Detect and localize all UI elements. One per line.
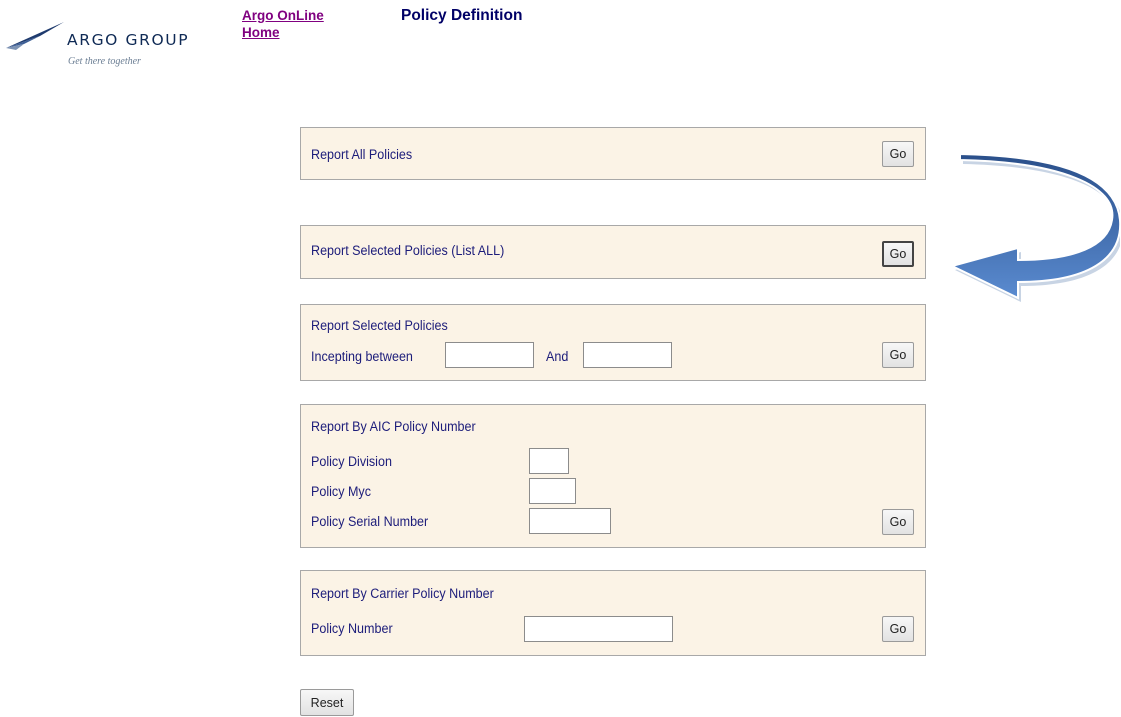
incepting-from-input[interactable] <box>445 342 534 368</box>
report-carrier-policy-panel: Report By Carrier Policy Number Policy N… <box>300 570 926 656</box>
incepting-to-input[interactable] <box>583 342 672 368</box>
report-selected-incepting-go-button[interactable]: Go <box>882 342 914 368</box>
report-selected-list-all-go-button[interactable]: Go <box>882 241 914 267</box>
logo-wordmark: ARGO GROUP <box>67 31 190 49</box>
argo-group-logo: ARGO GROUP Get there together <box>6 18 231 70</box>
report-all-policies-label: Report All Policies <box>311 147 413 162</box>
report-all-policies-panel: Report All Policies Go <box>300 127 926 180</box>
report-selected-list-all-label: Report Selected Policies (List ALL) <box>311 243 505 258</box>
home-link[interactable]: Home <box>242 25 280 40</box>
curved-arrow-icon <box>949 152 1120 302</box>
report-all-policies-go-button[interactable]: Go <box>882 141 914 167</box>
carrier-policy-title: Report By Carrier Policy Number <box>311 586 494 601</box>
policy-number-input[interactable] <box>524 616 673 642</box>
policy-division-label: Policy Division <box>311 454 392 469</box>
policy-number-label: Policy Number <box>311 621 393 636</box>
logo-tagline: Get there together <box>68 56 141 67</box>
incepting-between-label: Incepting between <box>311 349 413 364</box>
policy-myc-input[interactable] <box>529 478 576 504</box>
argo-plane-icon <box>6 22 64 50</box>
report-selected-list-all-panel: Report Selected Policies (List ALL) Go <box>300 225 926 279</box>
report-selected-incepting-panel: Report Selected Policies Incepting betwe… <box>300 304 926 381</box>
report-aic-policy-go-button[interactable]: Go <box>882 509 914 535</box>
policy-serial-number-input[interactable] <box>529 508 611 534</box>
aic-policy-title: Report By AIC Policy Number <box>311 419 476 434</box>
report-selected-policies-title: Report Selected Policies <box>311 318 448 333</box>
policy-division-input[interactable] <box>529 448 569 474</box>
page-title: Policy Definition <box>401 7 523 24</box>
reset-button[interactable]: Reset <box>300 689 354 716</box>
report-carrier-policy-go-button[interactable]: Go <box>882 616 914 642</box>
argo-online-link[interactable]: Argo OnLine <box>242 8 324 23</box>
policy-myc-label: Policy Myc <box>311 484 371 499</box>
report-aic-policy-panel: Report By AIC Policy Number Policy Divis… <box>300 404 926 548</box>
policy-serial-number-label: Policy Serial Number <box>311 514 429 529</box>
and-label: And <box>546 349 569 364</box>
